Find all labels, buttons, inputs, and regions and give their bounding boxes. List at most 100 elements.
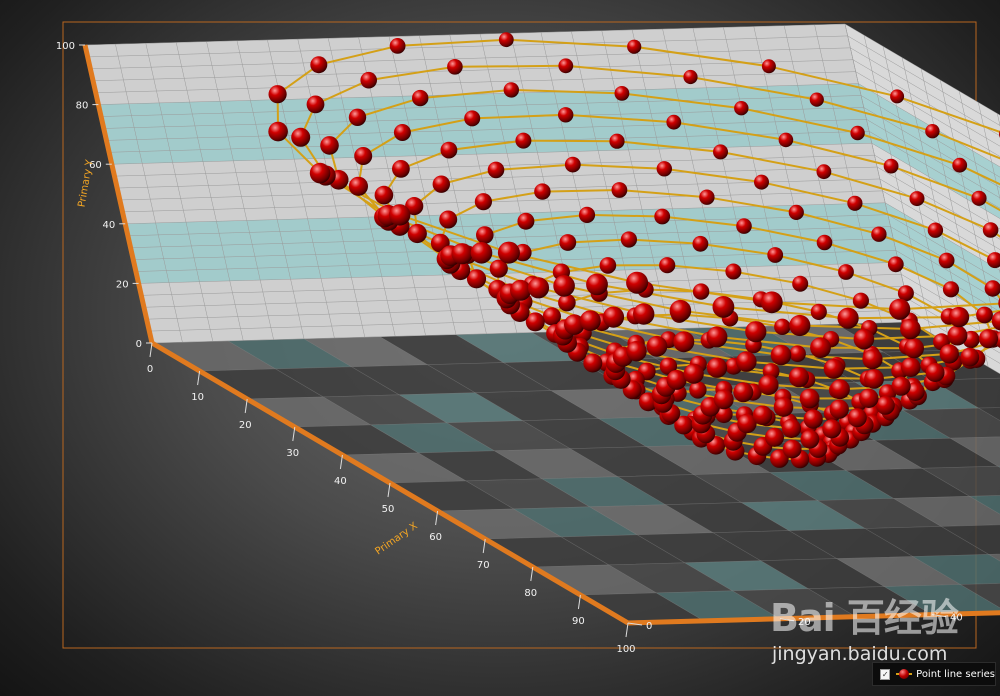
data-point <box>925 363 945 382</box>
data-point <box>829 399 849 419</box>
data-point <box>659 257 676 274</box>
data-point <box>859 388 879 408</box>
data-point <box>412 89 429 107</box>
data-point <box>476 226 494 244</box>
data-point <box>736 351 757 372</box>
data-point <box>683 363 704 384</box>
data-point <box>765 427 784 447</box>
data-point <box>734 101 749 116</box>
data-point <box>745 321 767 343</box>
data-point <box>816 234 833 251</box>
data-point <box>306 95 325 114</box>
data-point <box>952 157 968 173</box>
y-tick-label: 80 <box>76 101 89 112</box>
data-point <box>393 124 411 141</box>
data-point <box>360 71 378 89</box>
data-point <box>626 341 647 362</box>
x-tick-label: 50 <box>382 504 395 515</box>
data-point <box>268 121 288 142</box>
data-point <box>633 303 655 325</box>
data-point <box>900 318 921 340</box>
data-point <box>948 306 970 328</box>
data-point <box>754 174 769 190</box>
data-point <box>761 59 776 74</box>
data-point <box>558 58 574 74</box>
data-point <box>389 38 406 54</box>
legend[interactable]: ✓ Point line series <box>872 662 996 686</box>
data-point <box>683 69 698 85</box>
data-point <box>976 306 993 324</box>
data-point <box>654 208 671 225</box>
data-point <box>982 222 999 238</box>
data-point <box>960 347 980 367</box>
data-point <box>599 257 617 274</box>
data-point <box>789 314 811 337</box>
data-point <box>656 161 672 177</box>
data-point <box>942 281 960 298</box>
data-point <box>778 132 794 148</box>
data-point <box>309 162 331 184</box>
data-point <box>497 241 520 264</box>
y-tick-label: 0 <box>136 339 142 350</box>
data-point <box>809 92 824 107</box>
data-point <box>782 439 802 459</box>
data-point <box>646 335 668 357</box>
y-tick-label: 40 <box>102 220 115 231</box>
data-point <box>515 132 532 149</box>
data-point <box>689 381 707 399</box>
data-point <box>781 418 802 438</box>
legend-label: Point line series <box>916 668 995 680</box>
data-point <box>348 108 367 127</box>
data-point <box>470 242 493 264</box>
data-point <box>627 39 642 54</box>
data-point <box>602 306 625 328</box>
data-point <box>291 127 311 147</box>
data-point <box>889 298 911 320</box>
data-point <box>310 56 328 74</box>
data-point <box>392 160 410 178</box>
data-point <box>451 243 473 265</box>
data-point <box>583 353 603 373</box>
data-point <box>407 223 427 244</box>
data-point <box>890 89 905 104</box>
data-point <box>626 271 649 294</box>
data-point <box>891 376 911 396</box>
x-axis-title: Primary X <box>373 520 419 557</box>
watermark-brand: Bai 百经验 <box>770 596 959 640</box>
chart-area: 0102030405060708090100020406080100020406… <box>0 0 1000 696</box>
data-point <box>838 264 854 280</box>
data-point <box>947 325 968 346</box>
data-point <box>847 195 863 211</box>
data-point <box>887 256 904 273</box>
data-point <box>830 379 850 400</box>
data-point <box>432 175 450 193</box>
data-point <box>810 337 831 358</box>
data-point <box>268 85 287 104</box>
data-point <box>803 409 823 429</box>
data-point <box>666 369 687 390</box>
data-point <box>559 234 577 251</box>
data-point <box>909 191 925 207</box>
baidu-watermark: Bai 百经验 jingyan.baidu.com <box>770 585 990 665</box>
data-point <box>752 405 773 426</box>
data-point <box>713 389 734 410</box>
data-point <box>758 374 779 395</box>
data-point <box>800 429 820 449</box>
legend-checkbox[interactable]: ✓ <box>880 668 891 680</box>
data-point <box>799 388 820 409</box>
data-point <box>853 328 875 350</box>
data-point <box>699 189 715 205</box>
data-point <box>712 296 735 318</box>
data-point <box>609 133 625 149</box>
data-point <box>534 183 551 200</box>
x-tick-label: 30 <box>286 448 299 459</box>
data-point <box>586 273 608 296</box>
data-point <box>553 275 575 297</box>
data-point <box>938 252 955 269</box>
watermark-url: jingyan.baidu.com <box>772 643 948 665</box>
data-point <box>733 382 754 403</box>
data-point <box>904 338 924 359</box>
x-tick-label: 60 <box>429 532 442 543</box>
x-tick-label: 100 <box>616 644 635 655</box>
data-point <box>810 303 827 320</box>
